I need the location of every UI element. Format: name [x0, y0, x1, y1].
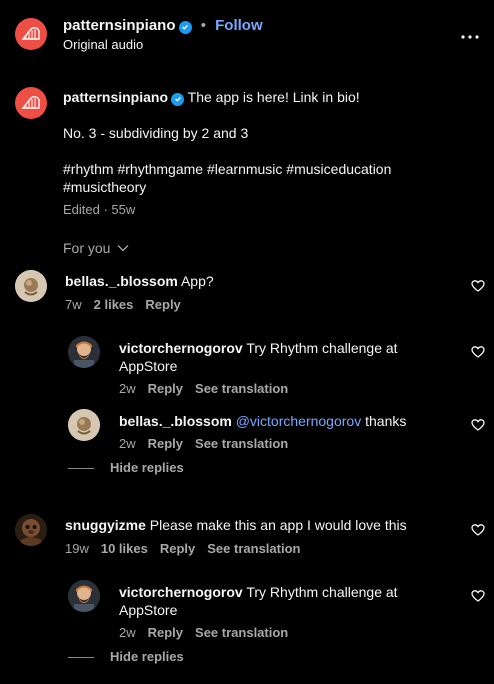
comment-username[interactable]: bellas._.blossom — [119, 413, 232, 429]
follow-button[interactable]: Follow — [215, 17, 263, 34]
snuggy-avatar-icon — [15, 514, 47, 546]
header-username[interactable]: patternsinpiano — [63, 17, 176, 34]
hide-replies-label: Hide replies — [110, 460, 184, 475]
caption-first-line: patternsinpiano The app is here! Link in… — [63, 88, 360, 106]
comment-time: 7w — [65, 297, 82, 312]
see-translation-button[interactable]: See translation — [207, 541, 300, 556]
comment-text: Try Rhythm challenge at — [246, 340, 398, 356]
see-translation-button[interactable]: See translation — [195, 436, 288, 451]
comment-username[interactable]: victorchernogorov — [119, 584, 243, 600]
comment-meta: 2w Reply See translation — [119, 625, 288, 640]
comment-meta: 7w 2 likes Reply — [65, 297, 181, 312]
hide-replies-button[interactable]: Hide replies — [68, 460, 184, 475]
caption-meta: Edited · 55w — [63, 202, 136, 217]
comment-meta: 2w Reply See translation — [119, 436, 288, 451]
divider-line — [68, 468, 94, 470]
caption-username[interactable]: patternsinpiano — [63, 89, 168, 105]
piano-logo-icon — [21, 26, 40, 40]
separator-dot: • — [200, 17, 206, 34]
comment-username[interactable]: victorchernogorov — [119, 340, 243, 356]
comment-username[interactable]: bellas._.blossom — [65, 273, 178, 289]
caption-hashtags-2[interactable]: #musictheory — [63, 178, 146, 196]
piano-logo-icon — [21, 95, 40, 109]
victor-avatar-icon — [68, 336, 100, 368]
comment-time: 2w — [119, 625, 136, 640]
like-heart-icon[interactable] — [471, 345, 485, 364]
comment-time: 2w — [119, 436, 136, 451]
comment-meta: 2w Reply See translation — [119, 381, 288, 396]
sort-label: For you — [63, 240, 111, 256]
avatar[interactable] — [15, 514, 47, 546]
like-heart-icon[interactable] — [471, 418, 485, 437]
verified-badge-icon — [171, 92, 185, 106]
reply-body: victorchernogorov Try Rhythm challenge a… — [119, 339, 398, 357]
reply-body: bellas._.blossom @victorchernogorov than… — [119, 412, 406, 430]
avatar[interactable] — [15, 270, 47, 302]
chevron-down-icon — [117, 245, 129, 252]
reply-button[interactable]: Reply — [148, 625, 183, 640]
bellas-avatar-icon — [15, 270, 47, 302]
comment-sort-dropdown[interactable]: For you — [63, 240, 129, 256]
like-heart-icon[interactable] — [471, 589, 485, 608]
mention-link[interactable]: @victorchernogorov — [236, 413, 362, 429]
likes-count[interactable]: 10 likes — [101, 541, 148, 556]
header-user-line: patternsinpiano • Follow — [63, 17, 263, 34]
divider-line — [68, 657, 94, 659]
comment-time: 2w — [119, 381, 136, 396]
caption-avatar[interactable] — [15, 87, 47, 119]
verified-badge-icon — [178, 20, 192, 34]
see-translation-button[interactable]: See translation — [195, 625, 288, 640]
comment-text: thanks — [365, 413, 407, 429]
comment-body: bellas._.blossom App? — [65, 272, 214, 290]
likes-count[interactable]: 2 likes — [94, 297, 134, 312]
bellas-avatar-icon — [68, 409, 100, 441]
reply-button[interactable]: Reply — [148, 381, 183, 396]
victor-avatar-icon — [68, 580, 100, 612]
caption-hashtags[interactable]: #rhythm #rhythmgame #learnmusic #musiced… — [63, 160, 391, 178]
caption-text: The app is here! Link in bio! — [187, 89, 360, 105]
avatar[interactable] — [68, 580, 100, 612]
like-heart-icon[interactable] — [471, 279, 485, 298]
avatar[interactable] — [68, 336, 100, 368]
reply-button[interactable]: Reply — [160, 541, 195, 556]
comment-text: App? — [180, 273, 214, 289]
comment-username[interactable]: snuggyizme — [65, 517, 146, 533]
comment-text-continued: AppStore — [119, 602, 178, 618]
caption-subtitle: No. 3 - subdividing by 2 and 3 — [63, 125, 249, 141]
comment-body: snuggyizme Please make this an app I wou… — [65, 516, 407, 534]
reply-body: victorchernogorov Try Rhythm challenge a… — [119, 583, 398, 601]
avatar[interactable] — [68, 409, 100, 441]
more-options-icon[interactable] — [461, 26, 479, 44]
see-translation-button[interactable]: See translation — [195, 381, 288, 396]
comment-meta: 19w 10 likes Reply See translation — [65, 541, 300, 556]
audio-label[interactable]: Original audio — [63, 37, 143, 52]
comment-text: Please make this an app I would love thi… — [149, 517, 407, 533]
hide-replies-button[interactable]: Hide replies — [68, 649, 184, 664]
comment-text-continued: AppStore — [119, 358, 178, 374]
comment-text: Try Rhythm challenge at — [246, 584, 398, 600]
profile-avatar[interactable] — [15, 18, 47, 50]
reply-button[interactable]: Reply — [145, 297, 180, 312]
reply-button[interactable]: Reply — [148, 436, 183, 451]
comment-time: 19w — [65, 541, 89, 556]
hide-replies-label: Hide replies — [110, 649, 184, 664]
like-heart-icon[interactable] — [471, 523, 485, 542]
